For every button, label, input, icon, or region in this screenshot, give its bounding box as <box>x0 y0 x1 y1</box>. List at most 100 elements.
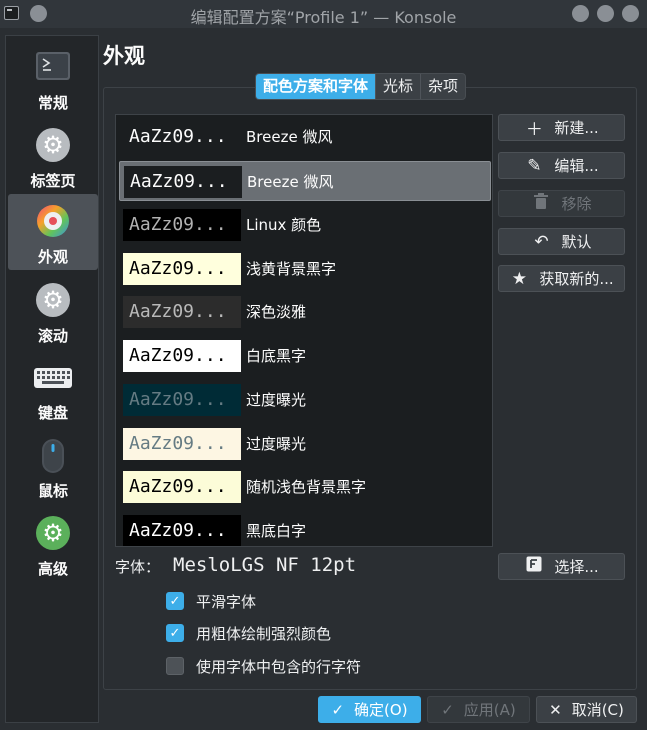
gear-icon: ⚙ <box>36 516 70 550</box>
maximize-icon[interactable] <box>597 5 614 22</box>
window-title: 编辑配置方案“Profile 1” — Konsole <box>190 8 457 27</box>
plus-icon: ＋ <box>525 120 543 140</box>
scheme-name: Breeze 微风 <box>247 173 334 191</box>
sidebar-item-label: 鼠标 <box>37 482 68 500</box>
scheme-preview: AaZz09... <box>123 384 241 416</box>
choose-font-button[interactable]: 选择... <box>498 553 625 580</box>
scheme-name: 过度曝光 <box>246 391 307 409</box>
scheme-preview: AaZz09... <box>123 209 241 241</box>
color-wheel-icon <box>36 204 70 238</box>
list-item[interactable]: AaZz09... 白底黑字 <box>119 336 491 376</box>
line-chars-option[interactable]: 使用字体中包含的行字符 <box>166 655 361 677</box>
sidebar-item-scrolling[interactable]: ⚙ 滚动 <box>8 273 98 349</box>
gear-icon: ⚙ <box>36 128 70 162</box>
color-scheme-list[interactable]: AaZz09... Breeze 微风 AaZz09... Breeze 微风 … <box>115 114 493 547</box>
sidebar-item-label: 外观 <box>37 248 68 266</box>
scheme-name: 白底黑字 <box>246 347 307 365</box>
scheme-name: 过度曝光 <box>246 435 307 453</box>
sidebar-item-label: 键盘 <box>37 404 68 422</box>
gear-icon: ⚙ <box>36 283 70 317</box>
new-scheme-label: 新建... <box>554 119 599 137</box>
font-label: 字体： <box>115 558 161 576</box>
remove-scheme-button[interactable]: 移除 <box>498 190 625 217</box>
get-new-label: 获取新的... <box>539 270 614 288</box>
default-button[interactable]: ↶ 默认 <box>498 228 625 255</box>
tab-color-scheme-font[interactable]: 配色方案和字体 <box>256 74 377 99</box>
list-item[interactable]: AaZz09... Linux 颜色 <box>119 205 491 245</box>
bold-intense-label: 用粗体绘制强烈颜色 <box>196 624 332 643</box>
list-item[interactable]: AaZz09... Breeze 微风 <box>119 161 491 201</box>
list-item[interactable]: AaZz09... 随机浅色背景黑字 <box>119 467 491 507</box>
close-icon[interactable] <box>622 5 639 22</box>
font-icon <box>524 556 544 577</box>
sidebar-item-label: 滚动 <box>37 327 68 345</box>
list-item[interactable]: AaZz09... 浅黄背景黑字 <box>119 249 491 289</box>
scheme-name: 浅黄背景黑字 <box>246 260 337 278</box>
tab-misc[interactable]: 杂项 <box>421 74 465 99</box>
remove-scheme-label: 移除 <box>561 195 592 213</box>
undo-icon: ↶ <box>534 231 549 252</box>
keyboard-icon <box>34 360 72 394</box>
ok-label: 确定(O) <box>354 701 408 719</box>
mouse-icon <box>36 438 70 473</box>
font-value: MesloLGS NF 12pt <box>173 554 357 576</box>
line-chars-label: 使用字体中包含的行字符 <box>196 657 362 676</box>
scheme-preview: AaZz09... <box>123 253 241 285</box>
sidebar-item-appearance[interactable]: 外观 <box>8 194 98 270</box>
sidebar-item-label: 常规 <box>37 94 68 112</box>
scheme-preview: AaZz09... <box>123 515 241 546</box>
scheme-preview: AaZz09... <box>123 121 241 153</box>
bold-intense-checkbox[interactable]: ✓ <box>166 624 184 642</box>
sidebar-item-keyboard[interactable]: 键盘 <box>8 350 98 426</box>
star-icon: ★ <box>511 268 527 289</box>
cancel-button[interactable]: ✕ 取消(C) <box>536 696 637 723</box>
scheme-preview: AaZz09... <box>123 296 241 328</box>
smooth-fonts-option[interactable]: ✓ 平滑字体 <box>166 590 256 612</box>
choose-font-label: 选择... <box>554 558 599 576</box>
sidebar-item-label: 高级 <box>37 560 68 578</box>
sidebar-item-label: 标签页 <box>30 172 76 190</box>
list-item[interactable]: AaZz09... Breeze 微风 <box>119 117 491 157</box>
smooth-fonts-label: 平滑字体 <box>196 592 257 611</box>
sidebar-item-general[interactable]: 常规 <box>8 40 98 116</box>
trash-icon <box>531 192 551 215</box>
bold-intense-option[interactable]: ✓ 用粗体绘制强烈颜色 <box>166 622 331 644</box>
scheme-name: 随机浅色背景黑字 <box>246 478 367 496</box>
scheme-preview: AaZz09... <box>123 340 241 372</box>
edit-scheme-button[interactable]: ✎ 编辑... <box>498 152 625 179</box>
scheme-name: 黑底白字 <box>246 522 307 540</box>
list-item[interactable]: AaZz09... 黑底白字 <box>119 511 491 546</box>
list-item[interactable]: AaZz09... 过度曝光 <box>119 424 491 464</box>
list-item[interactable]: AaZz09... 深色淡雅 <box>119 292 491 332</box>
ok-button[interactable]: ✓ 确定(O) <box>318 696 421 723</box>
scheme-name: Linux 颜色 <box>246 216 322 234</box>
scheme-name: Breeze 微风 <box>246 128 333 146</box>
scheme-preview: AaZz09... <box>123 471 241 503</box>
scheme-preview: AaZz09... <box>123 428 241 460</box>
smooth-fonts-checkbox[interactable]: ✓ <box>166 592 184 610</box>
tab-bar: 配色方案和字体 光标 杂项 <box>255 73 467 100</box>
tab-cursor[interactable]: 光标 <box>376 74 422 99</box>
line-chars-checkbox[interactable] <box>166 657 184 675</box>
minimize-icon[interactable] <box>572 5 589 22</box>
pencil-icon: ✎ <box>527 155 542 176</box>
sidebar-item-mouse[interactable]: 鼠标 <box>8 428 98 504</box>
edit-scheme-label: 编辑... <box>554 157 599 175</box>
default-label: 默认 <box>561 233 592 251</box>
sidebar-item-advanced[interactable]: ⚙ 高级 <box>8 506 98 582</box>
check-icon: ✓ <box>331 700 345 719</box>
sidebar-item-tabs[interactable]: ⚙ 标签页 <box>8 118 98 194</box>
get-new-schemes-button[interactable]: ★ 获取新的... <box>498 265 625 292</box>
scheme-preview: AaZz09... <box>124 166 242 198</box>
new-scheme-button[interactable]: ＋ 新建... <box>498 114 625 141</box>
apply-button[interactable]: ✓ 应用(A) <box>427 696 530 723</box>
terminal-icon <box>36 50 70 84</box>
sidebar: 常规 ⚙ 标签页 外观 ⚙ 滚动 键盘 鼠标 ⚙ 高级 <box>5 35 99 723</box>
scheme-name: 深色淡雅 <box>246 303 307 321</box>
title-bar: 编辑配置方案“Profile 1” — Konsole <box>0 0 647 28</box>
close-icon: ✕ <box>549 700 562 719</box>
list-item[interactable]: AaZz09... 过度曝光 <box>119 380 491 420</box>
apply-label: 应用(A) <box>463 701 516 719</box>
cancel-label: 取消(C) <box>571 701 624 719</box>
page-title: 外观 <box>103 44 145 68</box>
